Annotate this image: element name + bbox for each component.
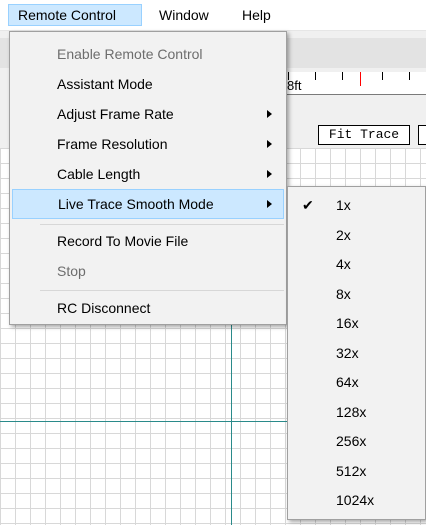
submenu-item-256x[interactable]: 256x — [290, 427, 423, 457]
submenu-item-32x[interactable]: 32x — [290, 339, 423, 369]
menu-item-label: RC Disconnect — [57, 300, 151, 316]
submenu-item-8x[interactable]: 8x — [290, 280, 423, 310]
submenu-item-128x[interactable]: 128x — [290, 398, 423, 428]
fit-trace-button[interactable]: Fit Trace — [318, 125, 410, 145]
menu-window[interactable]: Window — [150, 4, 218, 26]
submenu-item-label: 1024x — [336, 492, 375, 508]
ruler-tick — [315, 72, 316, 80]
submenu-item-2x[interactable]: 2x — [290, 221, 423, 251]
smooth-mode-submenu: ✔ 1x 2x 4x 8x 16x 32x 64x 128x 256x 512x… — [287, 186, 426, 520]
menu-remote-control[interactable]: Remote Control — [8, 4, 142, 26]
submenu-item-label: 1x — [336, 197, 351, 213]
submenu-arrow-icon — [267, 140, 272, 148]
menu-item-label: Assistant Mode — [57, 76, 153, 92]
menu-item-cable-length[interactable]: Cable Length — [12, 160, 284, 188]
menu-item-adjust-frame-rate[interactable]: Adjust Frame Rate — [12, 100, 284, 128]
menu-item-enable-remote-control: Enable Remote Control — [12, 40, 284, 68]
submenu-arrow-icon — [267, 110, 272, 118]
submenu-item-4x[interactable]: 4x — [290, 250, 423, 280]
menu-item-assistant-mode[interactable]: Assistant Mode — [12, 70, 284, 98]
menu-separator — [40, 224, 284, 225]
depth-ruler: 8ft — [285, 72, 426, 95]
submenu-item-label: 256x — [336, 433, 367, 449]
menu-window-label: Window — [159, 7, 209, 23]
menu-item-label: Cable Length — [57, 166, 141, 182]
menubar: Remote Control Window Help — [0, 0, 426, 31]
toolbar-button-partial[interactable] — [418, 125, 426, 145]
menu-item-rc-disconnect[interactable]: RC Disconnect — [12, 294, 284, 322]
menu-item-stop: Stop — [12, 257, 284, 285]
menu-help[interactable]: Help — [233, 4, 280, 26]
submenu-item-label: 16x — [336, 315, 359, 331]
menu-item-label: Record To Movie File — [57, 233, 189, 249]
submenu-item-512x[interactable]: 512x — [290, 457, 423, 487]
submenu-arrow-icon — [267, 170, 272, 178]
remote-control-menu: Enable Remote Control Assistant Mode Adj… — [9, 31, 287, 325]
ruler-position-marker — [360, 72, 361, 86]
submenu-item-16x[interactable]: 16x — [290, 309, 423, 339]
submenu-item-label: 64x — [336, 374, 359, 390]
menu-item-live-trace-smooth-mode[interactable]: Live Trace Smooth Mode — [12, 189, 284, 219]
submenu-item-label: 8x — [336, 286, 351, 302]
menu-help-label: Help — [242, 7, 271, 23]
submenu-arrow-icon — [267, 200, 272, 208]
menu-separator — [40, 290, 284, 291]
submenu-item-1x[interactable]: ✔ 1x — [290, 191, 423, 221]
submenu-item-label: 512x — [336, 463, 367, 479]
fit-trace-label: Fit Trace — [328, 127, 400, 142]
submenu-item-label: 32x — [336, 345, 359, 361]
ruler-label: 8ft — [287, 78, 302, 93]
submenu-item-1024x[interactable]: 1024x — [290, 486, 423, 516]
submenu-item-label: 4x — [336, 256, 351, 272]
menu-item-label: Stop — [57, 263, 86, 279]
menu-item-label: Frame Resolution — [57, 136, 168, 152]
menu-item-record-to-movie-file[interactable]: Record To Movie File — [12, 227, 284, 255]
submenu-item-64x[interactable]: 64x — [290, 368, 423, 398]
menu-item-label: Live Trace Smooth Mode — [58, 196, 214, 212]
submenu-item-label: 2x — [336, 227, 351, 243]
menu-item-label: Enable Remote Control — [57, 46, 203, 62]
ruler-tick — [409, 72, 410, 80]
menu-item-label: Adjust Frame Rate — [57, 106, 174, 122]
ruler-tick — [382, 72, 383, 80]
ruler-tick — [342, 72, 343, 80]
menu-remote-control-label: Remote Control — [18, 7, 117, 23]
submenu-item-label: 128x — [336, 404, 367, 420]
menu-item-frame-resolution[interactable]: Frame Resolution — [12, 130, 284, 158]
checkmark-icon: ✔ — [302, 197, 314, 213]
